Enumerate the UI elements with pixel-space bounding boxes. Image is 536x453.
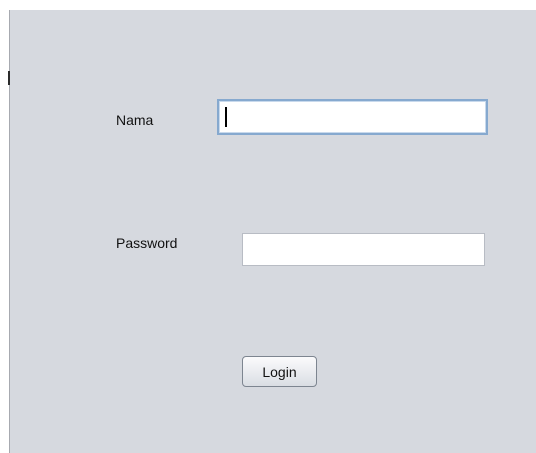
password-label: Password bbox=[116, 235, 178, 251]
login-button[interactable]: Login bbox=[242, 356, 317, 387]
login-form-panel: Nama Password Login bbox=[10, 10, 536, 453]
password-input[interactable] bbox=[242, 233, 485, 266]
text-caret bbox=[225, 107, 227, 127]
login-window: Nama Password Login bbox=[0, 0, 536, 453]
nama-input[interactable] bbox=[217, 99, 488, 135]
nama-label: Nama bbox=[116, 112, 154, 128]
